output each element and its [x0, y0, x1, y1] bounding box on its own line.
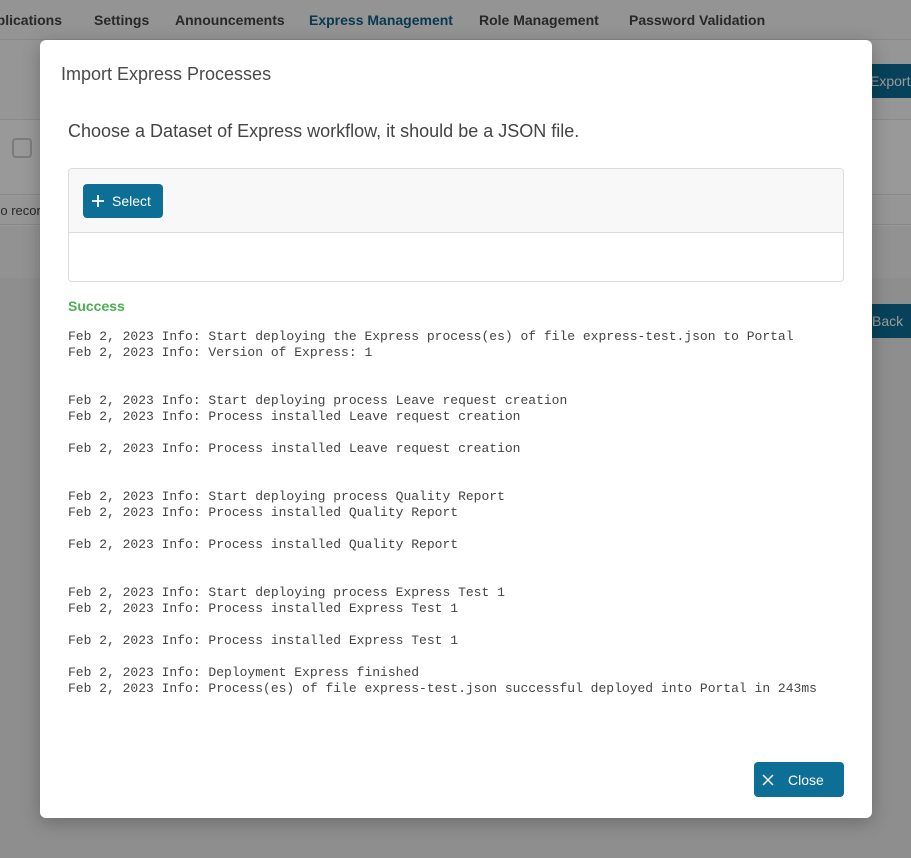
dialog-subtitle: Choose a Dataset of Express workflow, it…	[68, 121, 580, 141]
log-line: Feb 2, 2023 Info: Process installed Expr…	[68, 601, 459, 616]
file-upload-buttonbar: Select	[69, 169, 843, 233]
dialog-title: Import Express Processes	[61, 64, 272, 84]
log-line: Feb 2, 2023 Info: Process installed Leav…	[68, 441, 521, 456]
select-file-button[interactable]: Select	[83, 184, 163, 218]
close-icon	[762, 773, 774, 786]
log-line: Feb 2, 2023 Info: Start deploying proces…	[68, 489, 505, 504]
file-upload: Select	[68, 168, 844, 282]
plus-icon	[92, 195, 104, 207]
log-line: Feb 2, 2023 Info: Process installed Qual…	[68, 505, 459, 520]
log-line: Feb 2, 2023 Info: Start deploying proces…	[68, 585, 505, 600]
log-line: Feb 2, 2023 Info: Process installed Leav…	[68, 409, 521, 424]
log-line: Feb 2, 2023 Info: Process installed Expr…	[68, 633, 459, 648]
close-button[interactable]: Close	[754, 762, 844, 797]
select-button-label: Select	[112, 193, 151, 209]
log-line: Feb 2, 2023 Info: Process(es) of file ex…	[68, 681, 817, 696]
close-button-label: Close	[788, 771, 824, 788]
log-line: Feb 2, 2023 Info: Process installed Qual…	[68, 537, 459, 552]
status-message: Success	[68, 298, 125, 314]
import-express-dialog: Import Express Processes Choose a Datase…	[40, 40, 872, 818]
deployment-log: Feb 2, 2023 Info: Start deploying the Ex…	[68, 329, 848, 697]
log-line: Feb 2, 2023 Info: Start deploying proces…	[68, 393, 568, 408]
log-line: Feb 2, 2023 Info: Version of Express: 1	[68, 345, 373, 360]
log-line: Feb 2, 2023 Info: Deployment Express fin…	[68, 665, 420, 680]
log-line: Feb 2, 2023 Info: Start deploying the Ex…	[68, 329, 794, 344]
